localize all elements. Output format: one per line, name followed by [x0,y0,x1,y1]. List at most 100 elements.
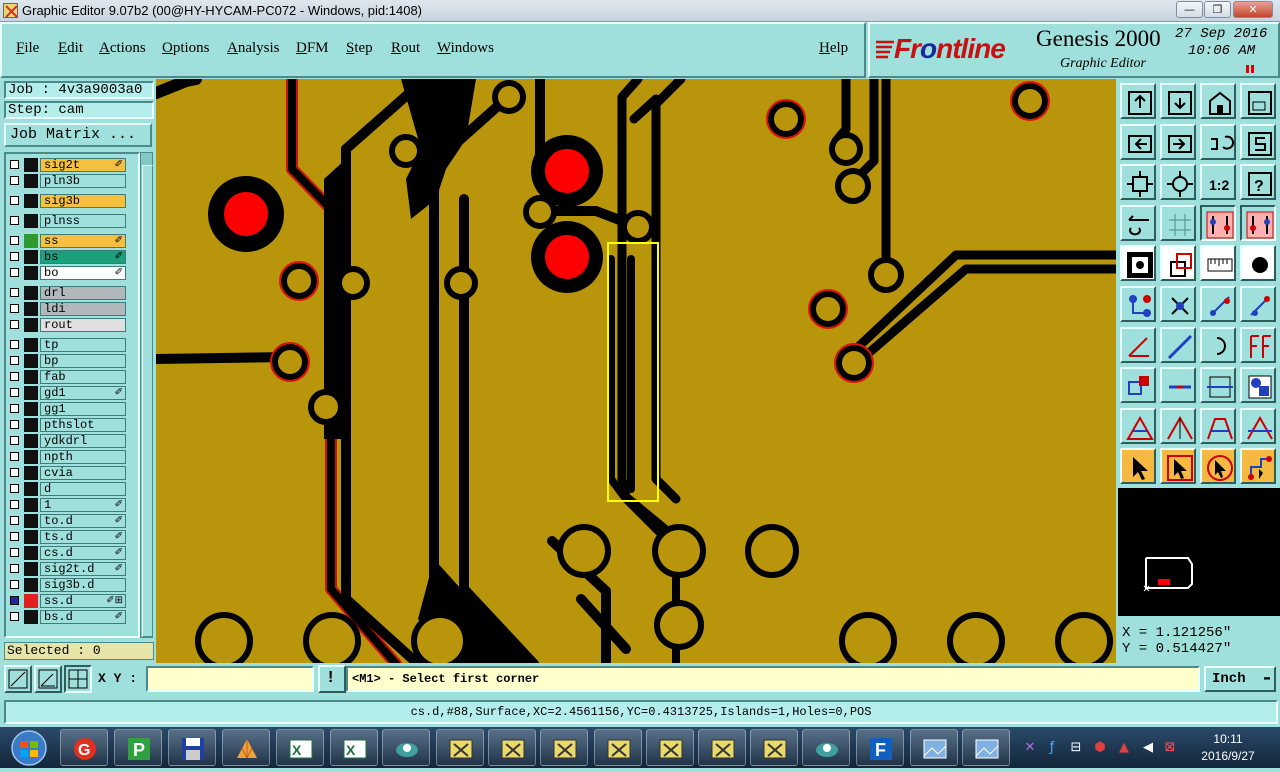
layer-name[interactable]: fab [40,370,126,384]
taskbar-button[interactable] [910,729,958,766]
tray-flag-icon[interactable]: ▲ [1116,740,1132,756]
layer-name[interactable]: plnss [40,214,126,228]
layer-color-swatch[interactable] [24,546,38,560]
layer-checkbox[interactable] [10,596,19,605]
layer-row[interactable]: gg1 [8,402,128,416]
taskbar-button[interactable] [698,729,746,766]
layer-color-swatch[interactable] [24,338,38,352]
taskbar-button[interactable]: P [114,729,162,766]
layer-row[interactable]: drl [8,286,128,300]
copy-tool-button[interactable] [1240,367,1276,404]
layer-row[interactable]: bs.d ✐ [8,610,128,624]
layer-color-swatch[interactable] [24,234,38,248]
layer-color-swatch[interactable] [24,214,38,228]
layer-name[interactable]: bo ✐ [40,266,126,280]
layer-row[interactable]: ss.d ✐⊞ [8,594,128,608]
menu-windows[interactable]: Windows [437,40,494,57]
job-matrix-button[interactable]: Job Matrix ... [4,123,152,147]
layer-name[interactable]: npth [40,450,126,464]
layer-name[interactable]: rout [40,318,126,332]
overview-minimap[interactable] [1118,488,1280,616]
triangle-tool-button[interactable] [1120,407,1156,444]
layer-row[interactable]: tp [8,338,128,352]
layer-checkbox[interactable] [10,160,19,169]
layer-color-swatch[interactable] [24,498,38,512]
layer-color-swatch[interactable] [24,302,38,316]
maximize-button[interactable]: ❐ [1204,1,1231,18]
layer-row[interactable]: sig2t.d ✐ [8,562,128,576]
help-tool-button[interactable]: ? [1240,164,1276,201]
start-button[interactable] [2,728,56,768]
layer-name[interactable]: bs ✐ [40,250,126,264]
layer-name[interactable]: ldi [40,302,126,316]
taskbar-button[interactable] [382,729,430,766]
menu-help[interactable]: Help [819,40,848,57]
triangle-c-tool-button[interactable] [1240,407,1276,444]
layer-color-swatch[interactable] [24,434,38,448]
layer-name[interactable]: gd1 ✐ [40,386,126,400]
layer-row[interactable]: plnss [8,214,128,228]
menu-step[interactable]: Step [346,40,373,57]
layer-checkbox[interactable] [10,516,19,525]
layer-checkbox[interactable] [10,388,19,397]
clock-date[interactable]: 2016/9/27 [1190,749,1266,763]
layer-checkbox[interactable] [10,404,19,413]
clock-time[interactable]: 10:11 [1196,732,1260,746]
layer-color-swatch[interactable] [24,610,38,624]
layer-color-swatch[interactable] [24,354,38,368]
layer-row[interactable]: bs ✐ [8,250,128,264]
layer-row[interactable]: gd1 ✐ [8,386,128,400]
taskbar-button[interactable] [594,729,642,766]
layer-color-swatch[interactable] [24,594,38,608]
taskbar-button[interactable]: G [60,729,108,766]
layer-row[interactable]: npth [8,450,128,464]
route-tool-button[interactable] [1240,448,1276,485]
triangle-a-tool-button[interactable] [1160,407,1196,444]
undo-zoom-tool-button[interactable] [1200,123,1236,160]
layer-row[interactable]: sig3b.d [8,578,128,592]
line-tool-button[interactable] [1160,326,1196,363]
add-line-tool-button[interactable] [1200,286,1236,322]
layer-row[interactable]: pln3b [8,174,128,188]
app-icon[interactable] [3,3,18,18]
layer-row[interactable]: bo ✐ [8,266,128,280]
layer-row[interactable]: sig2t ✐ [8,158,128,172]
layer-row[interactable]: bp [8,354,128,368]
warning-button[interactable]: ! [318,665,346,693]
layer-name[interactable]: bs.d ✐ [40,610,126,624]
cross-tool-button[interactable] [1160,286,1196,322]
layer-color-swatch[interactable] [24,318,38,332]
close-button[interactable]: ✕ [1233,1,1273,18]
pointer-tool-button[interactable] [1120,448,1156,485]
measure-tool-button[interactable] [1120,204,1156,241]
layer-color-swatch[interactable] [24,482,38,496]
layer-color-swatch[interactable] [24,174,38,188]
menu-actions[interactable]: Actions [99,40,146,57]
layer-name[interactable]: cs.d ✐ [40,546,126,560]
taskbar-button[interactable] [646,729,694,766]
pcb-artwork[interactable] [156,79,1116,663]
xy-input[interactable] [146,666,314,692]
taskbar-button[interactable] [750,729,798,766]
units-selector[interactable]: Inch ▬ [1204,666,1276,692]
triangle-b-tool-button[interactable] [1200,407,1236,444]
graphic-canvas[interactable] [156,79,1116,663]
layer-name[interactable]: d [40,482,126,496]
snap-mode-button[interactable] [4,665,32,693]
volume-icon[interactable]: ◀ [1140,740,1156,756]
layer-name[interactable]: sig2t ✐ [40,158,126,172]
tray-app-icon[interactable]: ✕ [1022,740,1038,756]
layer-row[interactable]: fab [8,370,128,384]
pause-icon[interactable] [1246,65,1255,73]
layer-link-alt-tool-button[interactable] [1240,204,1276,241]
layer-row[interactable]: d [8,482,128,496]
layer-name[interactable]: sig3b.d [40,578,126,592]
layer-row[interactable]: sig3b [8,194,128,208]
zoom-ratio-tool-button[interactable]: 1:2 [1200,164,1236,201]
layer-checkbox[interactable] [10,320,19,329]
split-tool-button[interactable] [1240,326,1276,363]
layer-color-swatch[interactable] [24,514,38,528]
angle-mode-button[interactable] [34,665,62,693]
layer-color-swatch[interactable] [24,402,38,416]
layer-name[interactable]: sig3b [40,194,126,208]
